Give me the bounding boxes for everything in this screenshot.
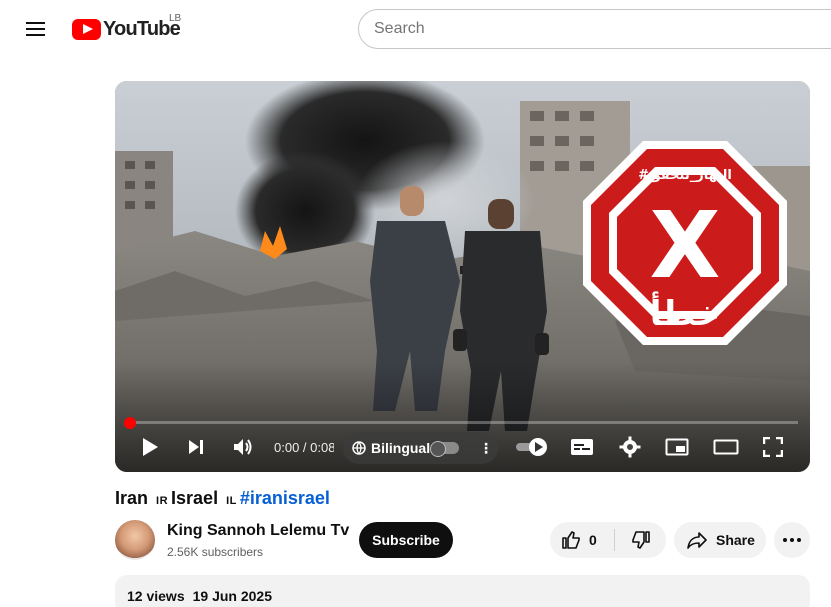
thumbs-down-icon (631, 531, 650, 549)
play-button[interactable] (135, 433, 165, 461)
next-button[interactable] (181, 433, 211, 461)
next-icon (189, 440, 203, 454)
theater-icon (713, 439, 739, 455)
view-count: 12 views (127, 588, 185, 604)
description-meta: 12 views 19 Jun 2025 (127, 588, 272, 604)
hashtag-link[interactable]: #iranisrael (240, 488, 330, 508)
fullscreen-icon (763, 437, 783, 457)
flag-iran: IR (156, 495, 169, 507)
video-player[interactable]: #النهار_تتحقق X خطأ 0:00 / 0:08 Bilingua… (115, 81, 810, 472)
miniplayer-icon (665, 438, 689, 456)
bilingual-label: Bilingual (371, 440, 431, 456)
flag-israel: IL (226, 495, 237, 507)
fullscreen-button[interactable] (758, 433, 788, 461)
overlay-hashtag: #النهار_تتحقق (638, 168, 732, 183)
search-input[interactable] (358, 9, 831, 49)
country-code: LB (169, 13, 182, 24)
progress-bar[interactable] (127, 421, 798, 424)
time-display: 0:00 / 0:08 (274, 440, 334, 455)
progress-scrubber[interactable] (124, 417, 136, 429)
theater-button[interactable] (711, 433, 741, 461)
like-count: 0 (589, 532, 597, 548)
channel-name[interactable]: King Sannoh Lelemu Tv (167, 522, 349, 540)
subscriber-count: 2.56K subscribers (167, 545, 264, 559)
share-label: Share (716, 532, 755, 548)
description-box[interactable]: 12 views 19 Jun 2025 (115, 575, 810, 607)
share-button[interactable]: Share (674, 522, 766, 558)
subtitles-button[interactable] (567, 433, 597, 461)
play-icon (143, 438, 158, 456)
bilingual-switch[interactable] (430, 441, 459, 457)
channel-avatar[interactable] (115, 520, 155, 560)
upload-date: 19 Jun 2025 (192, 588, 272, 604)
youtube-logo[interactable]: YouTube (72, 18, 181, 40)
volume-button[interactable] (228, 433, 258, 461)
dislike-button[interactable] (615, 522, 666, 558)
volume-icon (234, 439, 252, 455)
overlay-wrong-label: خطأ (650, 291, 720, 334)
share-icon (687, 532, 707, 549)
thumbs-up-icon (562, 531, 580, 549)
miniplayer-button[interactable] (662, 433, 692, 461)
like-button[interactable]: 0 (550, 522, 614, 558)
settings-icon (619, 436, 641, 458)
video-title: Iran IR Israel IL #iranisrael (115, 488, 330, 509)
like-dislike-group: 0 (550, 522, 666, 558)
more-vert-icon[interactable]: ⋮ (479, 440, 493, 457)
settings-button[interactable] (615, 433, 645, 461)
more-horiz-icon (783, 538, 801, 542)
more-actions-button[interactable] (774, 522, 810, 558)
menu-icon[interactable] (18, 14, 54, 44)
masthead: YouTube LB (0, 0, 831, 58)
globe-icon (352, 441, 366, 455)
autoplay-icon (516, 438, 547, 456)
youtube-play-icon (72, 18, 101, 40)
title-word-iran: Iran (115, 488, 149, 508)
subtitles-icon (571, 439, 593, 455)
bilingual-toggle[interactable]: Bilingual ⋮ (343, 432, 498, 464)
autoplay-toggle[interactable] (514, 433, 550, 461)
title-word-israel: Israel (171, 488, 219, 508)
overlay-x-mark: X (650, 192, 721, 299)
subscribe-button[interactable]: Subscribe (359, 522, 453, 558)
